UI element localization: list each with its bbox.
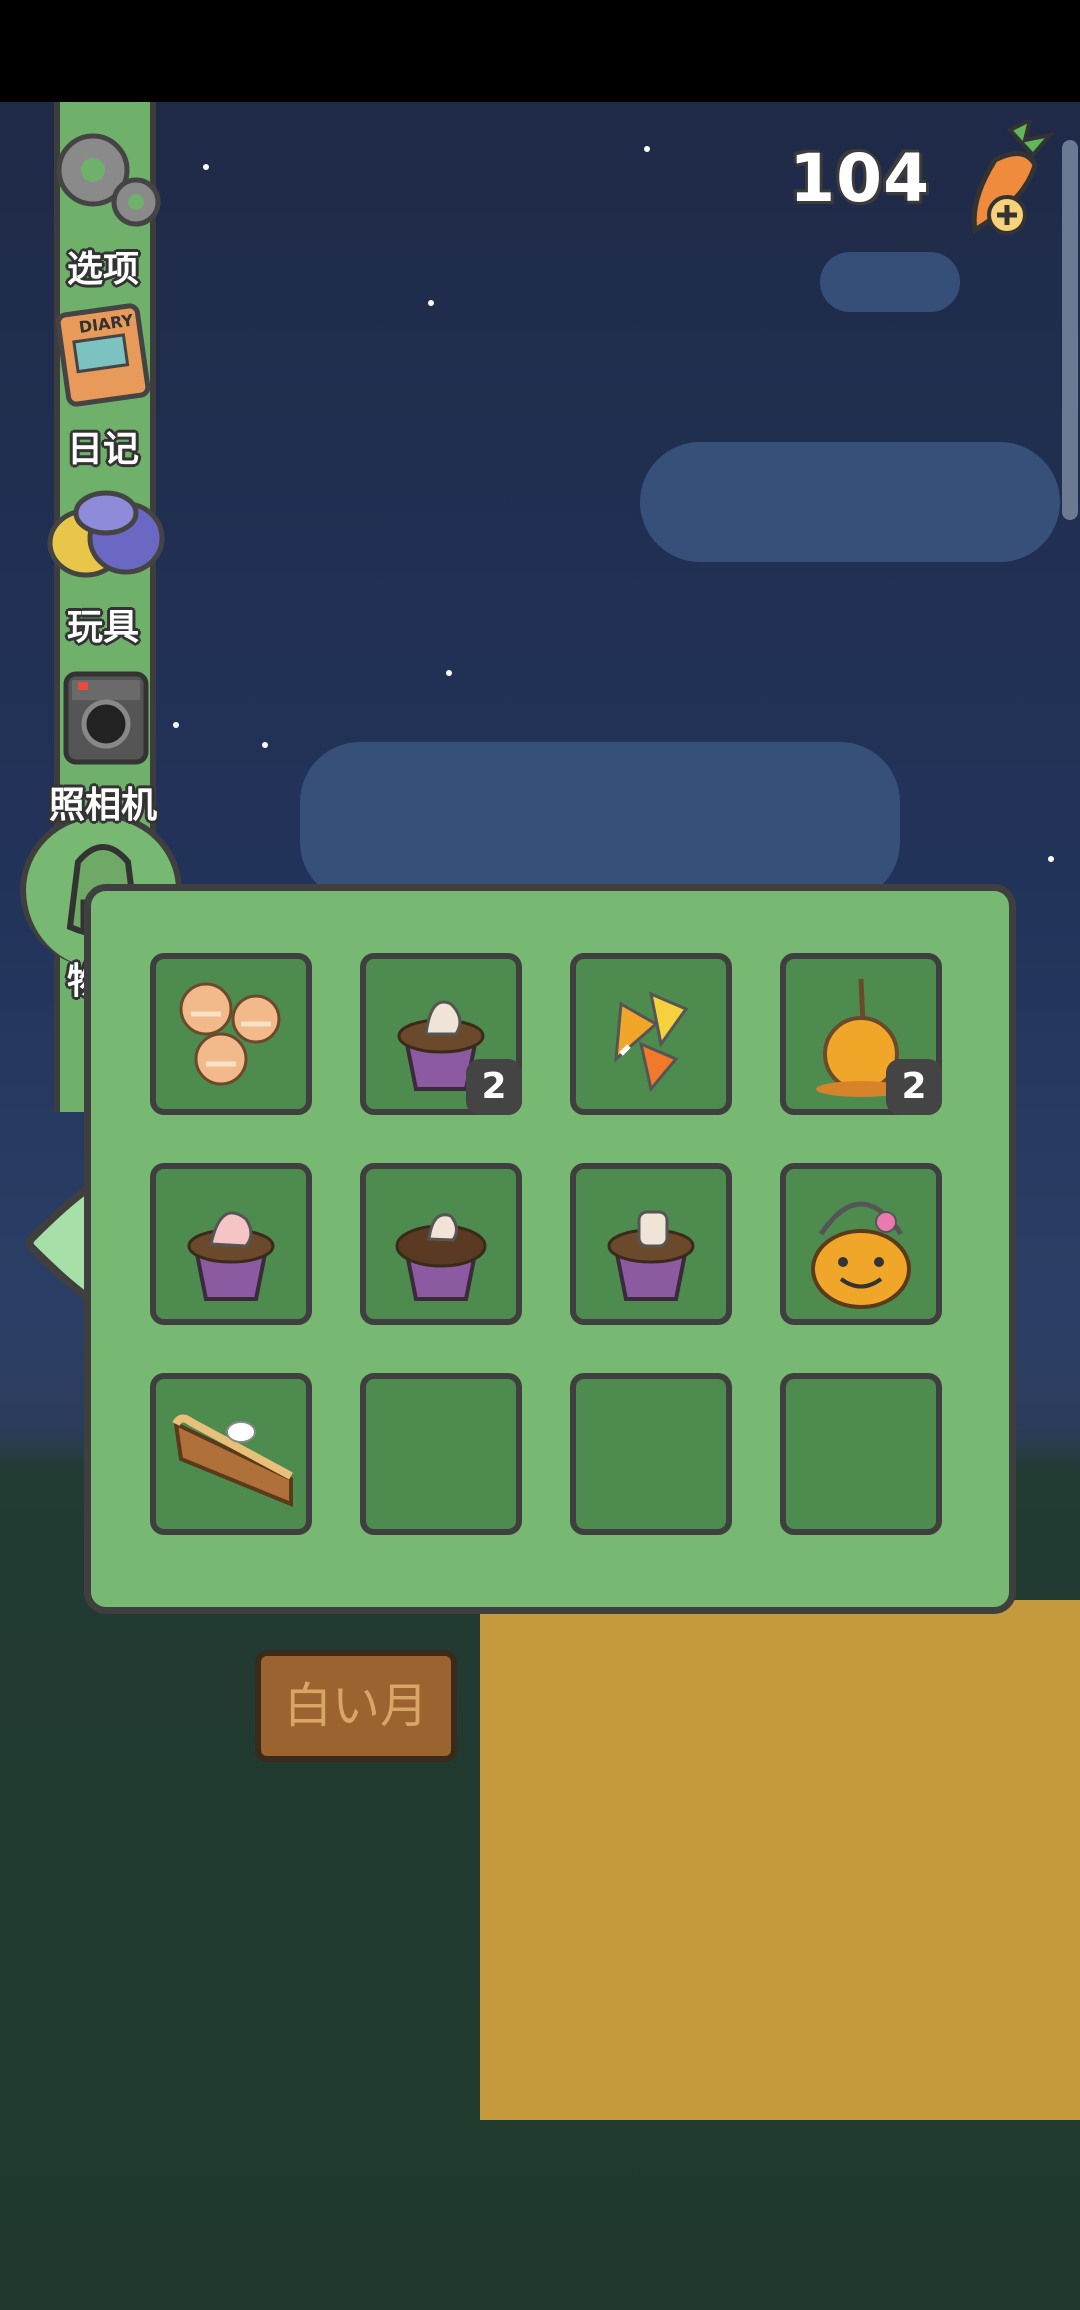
bunny-cookies-icon: [179, 982, 281, 1086]
chocolate-cupcake-icon: [395, 1213, 487, 1301]
menu-diary-label: 日记: [66, 429, 139, 470]
inventory-slot[interactable]: 2: [780, 953, 942, 1115]
scrollbar[interactable]: [1062, 140, 1078, 520]
camera-icon: [63, 671, 149, 765]
menu-camera[interactable]: 照相机: [18, 656, 188, 828]
treehouse-shop: [480, 1600, 1080, 2120]
inventory-slot[interactable]: [780, 1163, 942, 1325]
menu-toys-label: 玩具: [66, 607, 139, 648]
menu-options[interactable]: 选项: [18, 120, 188, 292]
menu-diary[interactable]: DIARY 日记: [18, 300, 188, 472]
inventory-slot[interactable]: [150, 1163, 312, 1325]
inventory-slot[interactable]: [570, 953, 732, 1115]
menu-camera-label: 照相机: [48, 785, 157, 826]
cupcake-icon: [187, 1211, 275, 1301]
item-count-badge: 2: [466, 1059, 522, 1115]
inventory-slot[interactable]: [150, 953, 312, 1115]
inventory-slot[interactable]: [360, 1373, 522, 1535]
inventory-slot[interactable]: [570, 1163, 732, 1325]
item-count-badge: 2: [886, 1059, 942, 1115]
toys-icon: [47, 490, 165, 578]
inventory-slot[interactable]: [360, 1163, 522, 1325]
carrot-count: 104: [789, 140, 930, 217]
diary-icon: DIARY: [55, 303, 151, 407]
pie-slice-icon: [172, 1414, 293, 1507]
inventory-slot[interactable]: [780, 1373, 942, 1535]
menu-toys[interactable]: 玩具: [18, 478, 188, 650]
carrot-plus-icon[interactable]: [955, 116, 1056, 240]
pumpkin-candy-basket-icon: [811, 1201, 911, 1309]
candy-corn-icon: [614, 991, 689, 1093]
menu-options-label: 选项: [66, 249, 139, 290]
gears-icon: [56, 133, 161, 227]
shop-sign: 白い月: [255, 1650, 457, 1762]
inventory-slot[interactable]: [150, 1373, 312, 1535]
status-bar: [0, 0, 1080, 102]
inventory-slot[interactable]: 2: [360, 953, 522, 1115]
cupcake-icon: [607, 1210, 695, 1301]
inventory-slot[interactable]: [570, 1373, 732, 1535]
